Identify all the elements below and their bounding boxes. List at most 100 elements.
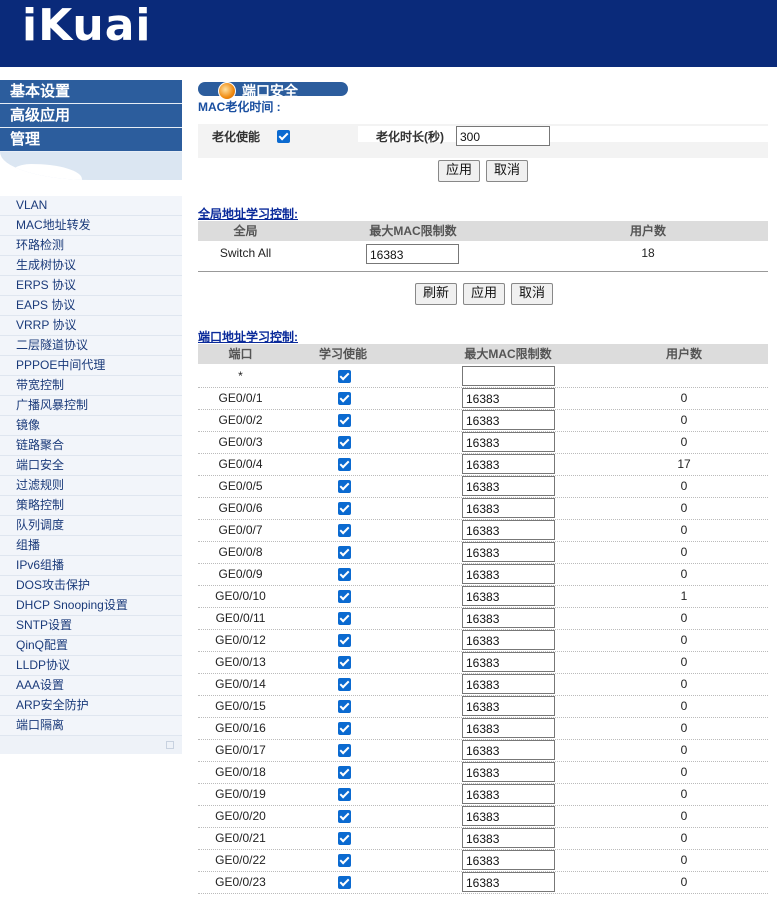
sidebar-item[interactable]: VRRP 协议 <box>0 316 182 336</box>
global-refresh-button[interactable]: 刷新 <box>415 283 457 305</box>
sidebar-item[interactable]: 组播 <box>0 536 182 556</box>
sidebar-item[interactable]: LLDP协议 <box>0 656 182 676</box>
sidebar-item[interactable]: 镜像 <box>0 416 182 436</box>
learn-enable-checkbox[interactable] <box>338 458 351 471</box>
max-mac-input[interactable]: 16383 <box>462 564 555 584</box>
port-name: GE0/0/9 <box>218 567 263 581</box>
aging-enable-checkbox[interactable] <box>277 130 290 143</box>
learn-enable-checkbox[interactable] <box>338 744 351 757</box>
learn-enable-checkbox[interactable] <box>338 480 351 493</box>
learn-enable-checkbox[interactable] <box>338 700 351 713</box>
user-count: 0 <box>680 765 688 779</box>
learn-enable-checkbox[interactable] <box>338 546 351 559</box>
max-mac-input[interactable]: 16383 <box>462 608 555 628</box>
port-col-enable: 学习使能 <box>318 347 367 361</box>
sidebar-item[interactable]: 队列调度 <box>0 516 182 536</box>
menu-advanced[interactable]: 高级应用 <box>0 104 182 128</box>
max-mac-input[interactable]: 16383 <box>462 652 555 672</box>
menu-management[interactable]: 管理 <box>0 128 182 152</box>
learn-enable-checkbox[interactable] <box>338 678 351 691</box>
learn-enable-checkbox[interactable] <box>338 590 351 603</box>
max-mac-input[interactable]: 16383 <box>462 828 555 848</box>
learn-enable-checkbox[interactable] <box>338 810 351 823</box>
max-mac-input[interactable]: 16383 <box>462 784 555 804</box>
learn-enable-checkbox[interactable] <box>338 766 351 779</box>
sidebar-item[interactable]: 端口隔离 <box>0 716 182 736</box>
aging-settings-box: 老化使能 老化时长(秒) 300 <box>198 124 768 158</box>
sidebar-item[interactable]: 带宽控制 <box>0 376 182 396</box>
learn-enable-checkbox[interactable] <box>338 392 351 405</box>
table-row: GE0/0/16 16383 0 <box>198 717 768 740</box>
sidebar-item[interactable]: 端口安全 <box>0 456 182 476</box>
port-name: GE0/0/6 <box>218 501 263 515</box>
sidebar-item[interactable]: EAPS 协议 <box>0 296 182 316</box>
port-name: GE0/0/1 <box>218 391 263 405</box>
max-mac-input[interactable]: 16383 <box>462 542 555 562</box>
user-count: 0 <box>680 875 688 889</box>
learn-enable-checkbox[interactable] <box>338 370 351 383</box>
sidebar-item[interactable]: AAA设置 <box>0 676 182 696</box>
learn-enable-checkbox[interactable] <box>338 656 351 669</box>
sidebar-item[interactable]: MAC地址转发 <box>0 216 182 236</box>
sidebar-item[interactable]: 环路检测 <box>0 236 182 256</box>
port-name: GE0/0/3 <box>218 435 263 449</box>
max-mac-input[interactable]: 16383 <box>462 762 555 782</box>
sidebar-item[interactable]: ARP安全防护 <box>0 696 182 716</box>
max-mac-input[interactable]: 16383 <box>462 696 555 716</box>
learn-enable-checkbox[interactable] <box>338 502 351 515</box>
learn-enable-checkbox[interactable] <box>338 722 351 735</box>
global-maxmac-input[interactable]: 16383 <box>366 244 459 264</box>
global-apply-button[interactable]: 应用 <box>463 283 505 305</box>
sidebar-item[interactable]: IPv6组播 <box>0 556 182 576</box>
learn-enable-checkbox[interactable] <box>338 788 351 801</box>
max-mac-input[interactable]: 16383 <box>462 718 555 738</box>
max-mac-input[interactable]: 16383 <box>462 586 555 606</box>
learn-enable-checkbox[interactable] <box>338 568 351 581</box>
learn-enable-checkbox[interactable] <box>338 414 351 427</box>
sidebar-item[interactable]: 生成树协议 <box>0 256 182 276</box>
sidebar-item[interactable]: DOS攻击保护 <box>0 576 182 596</box>
max-mac-input[interactable]: 16383 <box>462 806 555 826</box>
sidebar-item[interactable]: 策略控制 <box>0 496 182 516</box>
global-learning-title: 全局地址学习控制: <box>198 207 298 221</box>
learn-enable-checkbox[interactable] <box>338 436 351 449</box>
aging-apply-button[interactable]: 应用 <box>438 160 480 182</box>
sidebar-item[interactable]: QinQ配置 <box>0 636 182 656</box>
aging-time-input[interactable]: 300 <box>456 126 550 146</box>
sidebar-item[interactable]: PPPOE中间代理 <box>0 356 182 376</box>
table-row: GE0/0/14 16383 0 <box>198 673 768 696</box>
sidebar-item[interactable]: 链路聚合 <box>0 436 182 456</box>
max-mac-input[interactable]: 16383 <box>462 410 555 430</box>
sidebar-item[interactable]: 广播风暴控制 <box>0 396 182 416</box>
aging-cancel-button[interactable]: 取消 <box>486 160 528 182</box>
max-mac-input[interactable]: 16383 <box>462 476 555 496</box>
sidebar-item[interactable]: 二层隧道协议 <box>0 336 182 356</box>
max-mac-input[interactable]: 16383 <box>462 432 555 452</box>
learn-enable-checkbox[interactable] <box>338 832 351 845</box>
menu-basic-settings[interactable]: 基本设置 <box>0 80 182 104</box>
learn-enable-checkbox[interactable] <box>338 612 351 625</box>
max-mac-input[interactable]: 16383 <box>462 630 555 650</box>
max-mac-input[interactable]: 16383 <box>462 520 555 540</box>
learn-enable-checkbox[interactable] <box>338 854 351 867</box>
learn-enable-checkbox[interactable] <box>338 876 351 889</box>
max-mac-input[interactable]: 16383 <box>462 850 555 870</box>
max-mac-input[interactable]: 16383 <box>462 388 555 408</box>
sidebar-item[interactable]: 过滤规则 <box>0 476 182 496</box>
max-mac-input[interactable] <box>462 366 555 386</box>
user-count: 1 <box>680 589 688 603</box>
sidebar-item[interactable]: SNTP设置 <box>0 616 182 636</box>
learn-enable-checkbox[interactable] <box>338 634 351 647</box>
global-cancel-button[interactable]: 取消 <box>511 283 553 305</box>
sidebar-item[interactable]: DHCP Snooping设置 <box>0 596 182 616</box>
max-mac-input[interactable]: 16383 <box>462 740 555 760</box>
max-mac-input[interactable]: 16383 <box>462 674 555 694</box>
learn-enable-checkbox[interactable] <box>338 524 351 537</box>
user-count: 0 <box>680 391 688 405</box>
max-mac-input[interactable]: 16383 <box>462 454 555 474</box>
port-name: GE0/0/5 <box>218 479 263 493</box>
max-mac-input[interactable]: 16383 <box>462 498 555 518</box>
sidebar-item[interactable]: VLAN <box>0 196 182 216</box>
max-mac-input[interactable]: 16383 <box>462 872 555 892</box>
sidebar-item[interactable]: ERPS 协议 <box>0 276 182 296</box>
